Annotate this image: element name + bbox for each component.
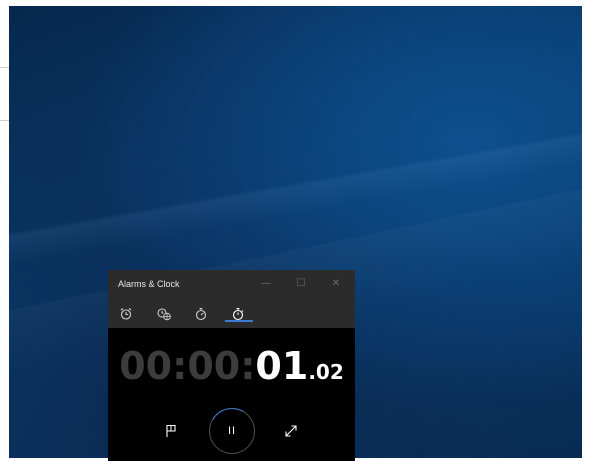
tab-bar [108,300,355,328]
progress-arc [203,402,261,460]
hours-digits: 00 [119,344,173,388]
minimize-button[interactable]: — [256,276,276,292]
separator: : [240,344,256,388]
tab-timer[interactable] [189,303,213,325]
timer-icon [195,308,207,321]
stopwatch-readout: 00:00:01.02 [108,344,355,404]
selected-tab-indicator [225,320,253,322]
pause-button[interactable]: II [203,402,261,460]
maximize-button[interactable]: ☐ [291,276,311,292]
minutes-digits: 00 [187,344,241,388]
expand-icon [285,425,297,437]
close-button[interactable]: ✕ [326,276,346,292]
alarm-clock-icon [120,308,132,320]
tab-alarm[interactable] [114,303,138,325]
alarms-clock-window: Alarms & Clock — ☐ ✕ 00:00:01.02 II [108,270,355,461]
title-bar[interactable]: Alarms & Clock — ☐ ✕ [108,270,355,300]
background-window-edge-bottom [0,120,9,121]
stopwatch-icon [232,308,244,321]
fraction-digits: .02 [308,360,344,384]
tab-world-clock[interactable] [152,303,176,325]
separator: : [172,344,188,388]
flag-icon [166,424,176,437]
window-title: Alarms & Clock [118,279,180,289]
world-clock-icon [157,308,171,321]
seconds-digits: 01 [255,344,309,388]
expand-button[interactable] [280,420,302,442]
background-window-edge-top [0,67,9,68]
lap-button[interactable] [160,420,182,442]
